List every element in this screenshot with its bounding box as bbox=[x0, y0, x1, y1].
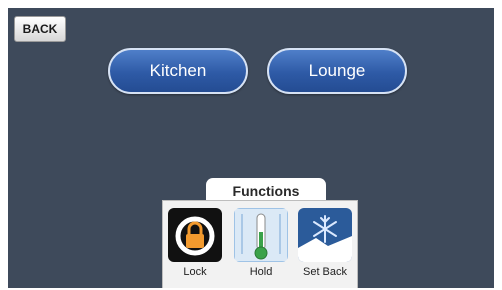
hold-function-button[interactable]: Hold bbox=[233, 208, 289, 280]
padlock-icon bbox=[168, 208, 222, 262]
thermostat-screen: BACK Kitchen Lounge Functions Lock Hold … bbox=[8, 8, 494, 288]
thermometer-icon bbox=[234, 208, 288, 262]
setback-function-button[interactable]: Set Back bbox=[297, 208, 353, 280]
room-button-kitchen[interactable]: Kitchen bbox=[108, 48, 248, 94]
hold-label: Hold bbox=[249, 266, 273, 278]
setback-label: Set Back bbox=[302, 266, 348, 278]
back-button[interactable]: BACK bbox=[14, 16, 66, 42]
lock-function-button[interactable]: Lock bbox=[167, 208, 223, 280]
lock-label: Lock bbox=[183, 266, 207, 278]
snowflake-icon bbox=[298, 208, 352, 262]
functions-panel: Lock Hold Set Back bbox=[162, 200, 358, 288]
room-button-lounge[interactable]: Lounge bbox=[267, 48, 407, 94]
